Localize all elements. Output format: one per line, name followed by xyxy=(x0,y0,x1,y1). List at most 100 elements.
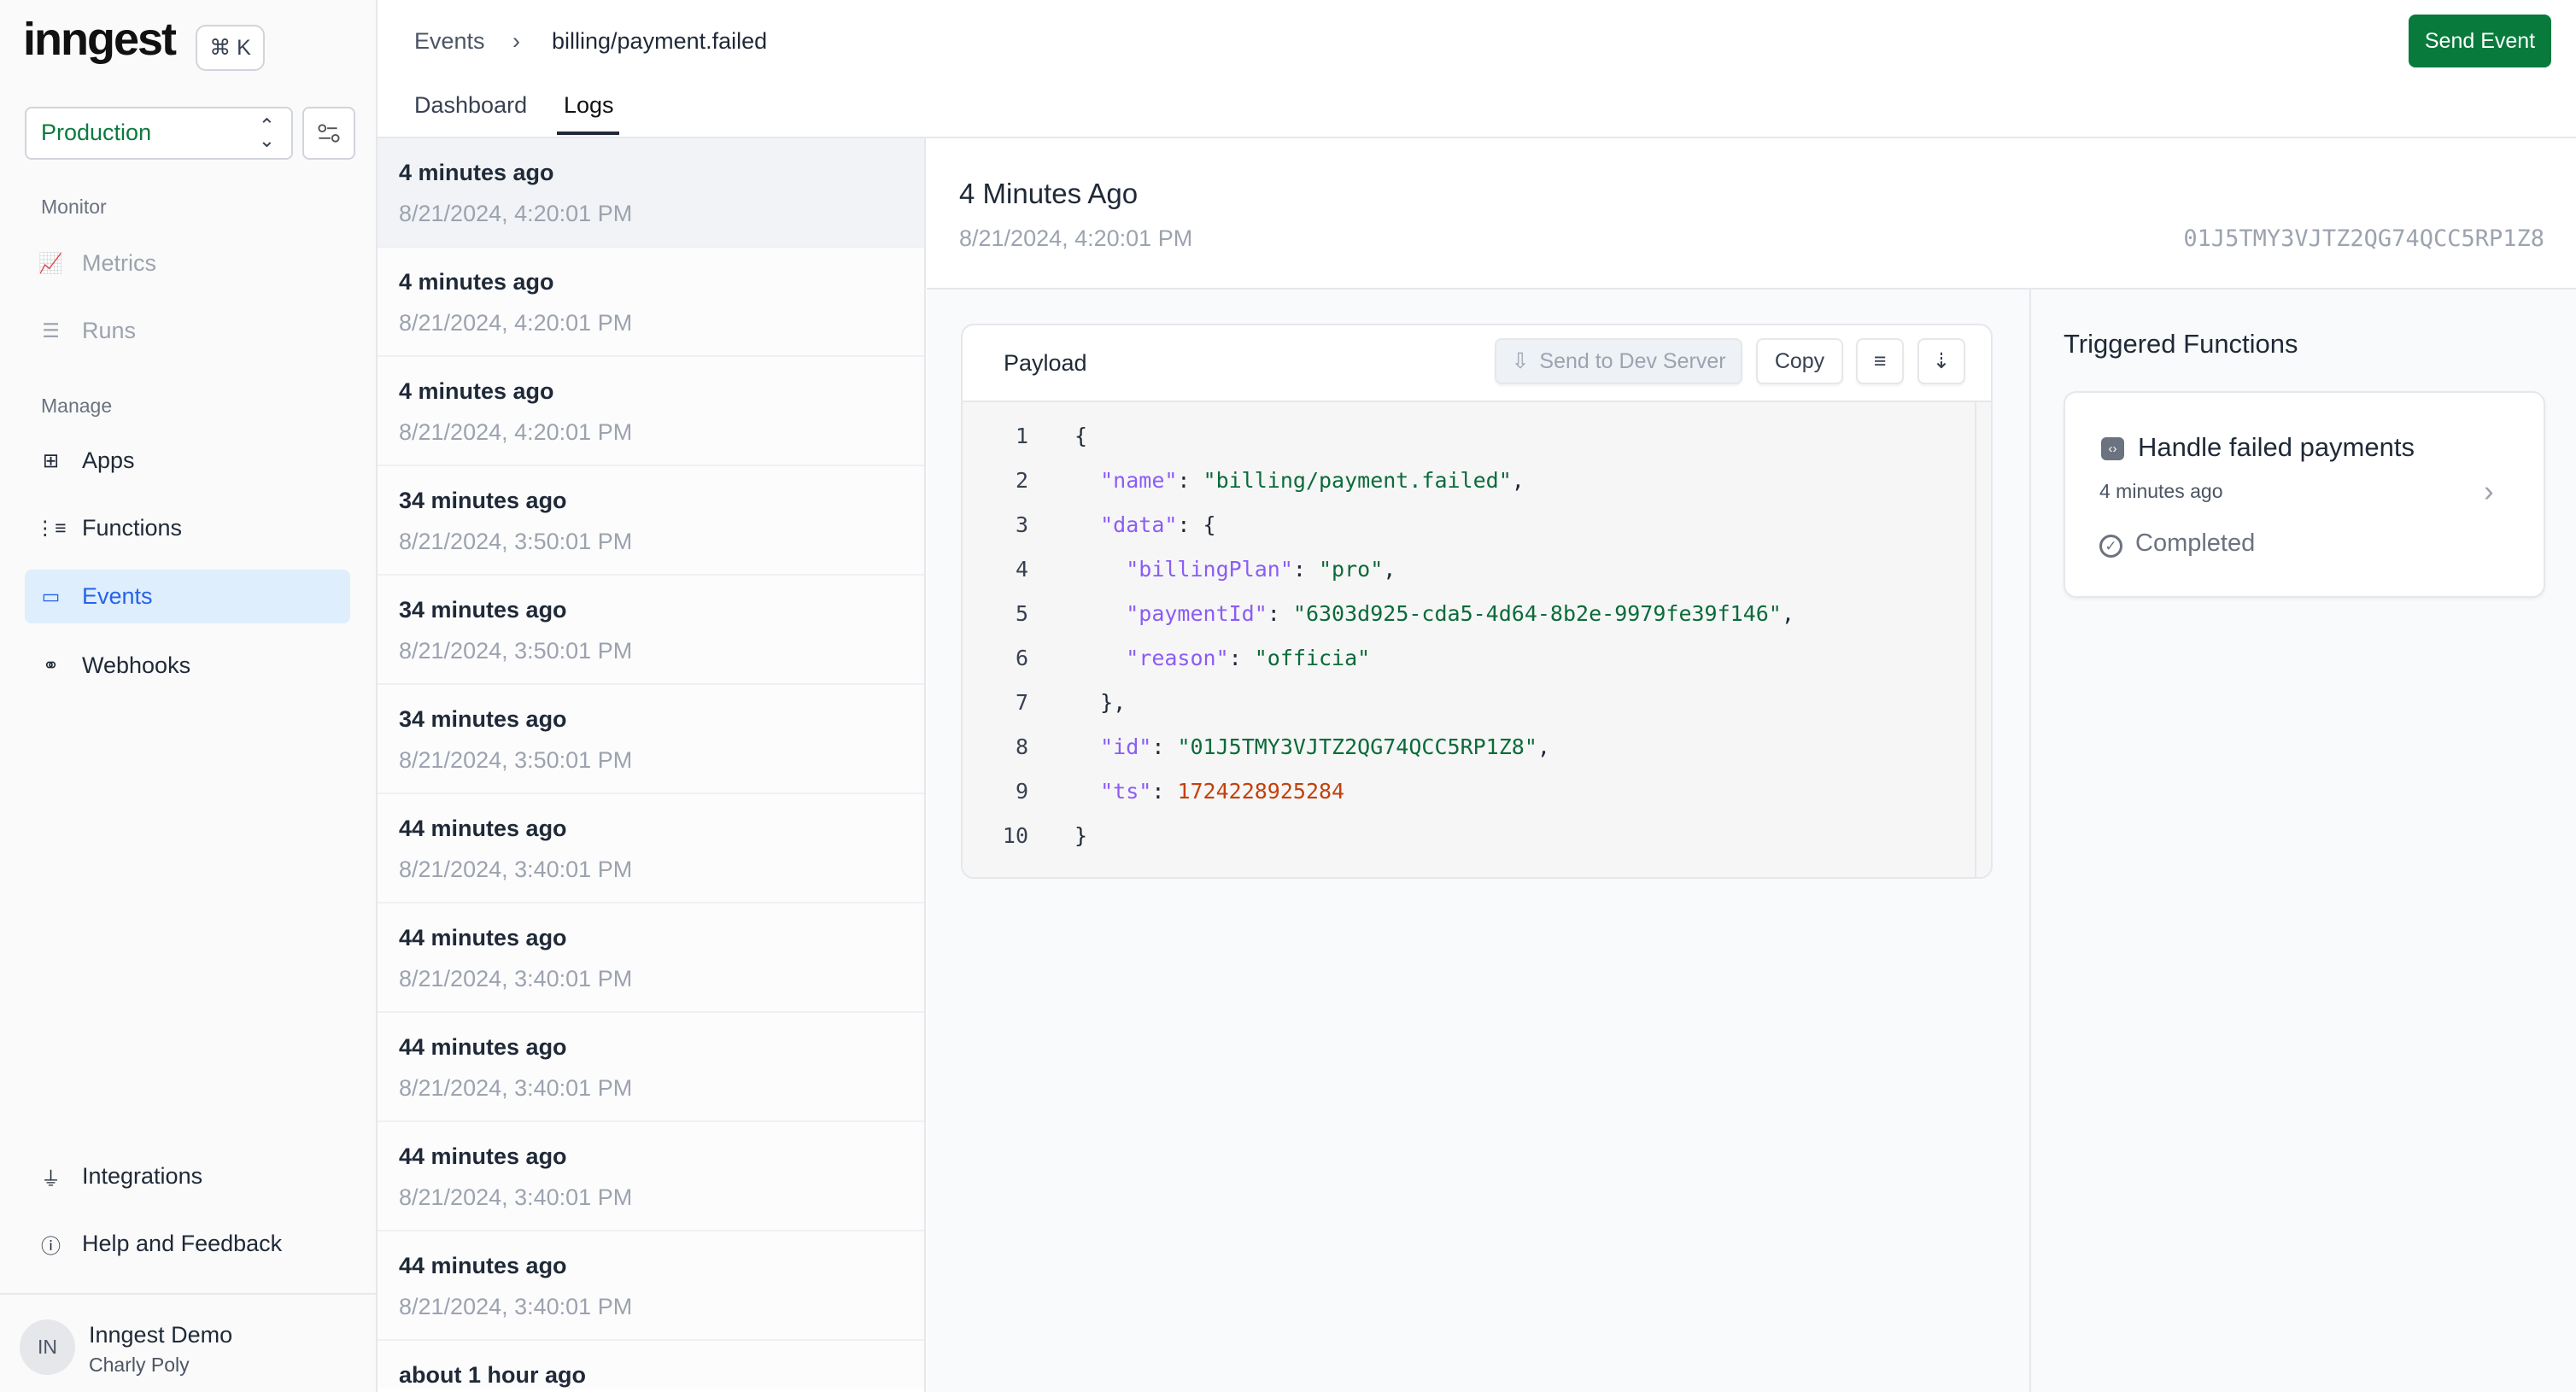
sidebar-item-apps[interactable]: ⊞ Apps xyxy=(25,434,350,488)
code-token: : xyxy=(1151,734,1178,759)
inngest-logo[interactable]: inngest xyxy=(23,13,177,66)
functions-list-icon: ⋮≡ xyxy=(35,517,67,539)
event-list-item[interactable]: 44 minutes ago 8/21/2024, 3:40:01 PM xyxy=(378,1231,924,1341)
sidebar-item-metrics[interactable]: 📈 Metrics xyxy=(25,237,350,290)
sliders-icon xyxy=(318,124,340,143)
code-token: "pro" xyxy=(1319,557,1384,582)
wrap-lines-button[interactable]: ≡ xyxy=(1856,338,1904,384)
code-line: 8 "id": "01J5TMY3VJTZ2QG74QCC5RP1Z8", xyxy=(963,734,1991,779)
code-line: 2 "name": "billing/payment.failed", xyxy=(963,468,1991,512)
payload-title: Payload xyxy=(1004,350,1087,376)
code-line: 1{ xyxy=(963,424,1991,468)
code-line: 3 "data": { xyxy=(963,512,1991,557)
code-token: : xyxy=(1151,779,1178,804)
sidebar-item-label: Webhooks xyxy=(82,652,191,678)
event-timestamp: 8/21/2024, 4:20:01 PM xyxy=(399,201,633,226)
payload-card: Payload ⇩ Send to Dev Server Copy ≡ ⇣ 1{2… xyxy=(961,324,1993,879)
code-token: : xyxy=(1228,646,1255,670)
event-relative-time: 44 minutes ago xyxy=(399,925,567,950)
code-token: "paymentId" xyxy=(1126,601,1268,626)
code-token: "name" xyxy=(1100,468,1178,493)
event-list-item[interactable]: 4 minutes ago 8/21/2024, 4:20:01 PM xyxy=(378,357,924,466)
function-name[interactable]: Handle failed payments xyxy=(2138,432,2415,463)
copy-button[interactable]: Copy xyxy=(1756,338,1843,384)
tab-dashboard[interactable]: Dashboard xyxy=(414,92,527,119)
send-to-dev-server-label: Send to Dev Server xyxy=(1539,348,1726,373)
chevron-right-icon[interactable]: › xyxy=(2484,475,2494,509)
environment-select[interactable]: Production ⌃ ⌄ xyxy=(25,107,293,160)
sidebar-item-label: Integrations xyxy=(82,1163,203,1189)
event-relative-time: 34 minutes ago xyxy=(399,488,567,513)
org-name[interactable]: Inngest Demo xyxy=(89,1322,232,1348)
code-scrollbar[interactable] xyxy=(1975,401,1976,877)
code-token: "reason" xyxy=(1126,646,1229,670)
environment-settings-button[interactable] xyxy=(302,107,355,160)
function-status: ✓ Completed xyxy=(2099,529,2255,558)
line-number: 8 xyxy=(1015,734,1028,759)
event-relative-time: 4 minutes ago xyxy=(399,269,554,295)
code-token: : xyxy=(1267,601,1293,626)
event-timestamp: 8/21/2024, 3:40:01 PM xyxy=(399,1294,633,1319)
line-number: 5 xyxy=(1015,601,1028,626)
sidebar-item-events[interactable]: ▭ Events xyxy=(25,570,350,623)
code-line: 7 }, xyxy=(963,690,1991,734)
event-list-item[interactable]: 44 minutes ago 8/21/2024, 3:40:01 PM xyxy=(378,1122,924,1231)
event-timestamp: 8/21/2024, 3:50:01 PM xyxy=(399,638,633,664)
sidebar-item-label: Metrics xyxy=(82,250,156,276)
code-token: "ts" xyxy=(1100,779,1152,804)
triggered-function-card[interactable]: ‹› Handle failed payments 4 minutes ago … xyxy=(2064,391,2545,598)
chevron-up-down-icon: ⌃ ⌄ xyxy=(258,114,275,151)
event-list-item[interactable]: about 1 hour ago xyxy=(378,1341,924,1389)
code-token: , xyxy=(1383,557,1396,582)
status-label: Completed xyxy=(2135,529,2256,557)
line-number: 1 xyxy=(1015,424,1028,448)
event-relative-time: 34 minutes ago xyxy=(399,706,567,732)
send-event-button[interactable]: Send Event xyxy=(2409,15,2551,67)
event-list-item[interactable]: 34 minutes ago 8/21/2024, 3:50:01 PM xyxy=(378,576,924,685)
event-list-item[interactable]: 4 minutes ago 8/21/2024, 4:20:01 PM xyxy=(378,138,924,248)
event-date: 8/21/2024, 4:20:01 PM xyxy=(959,225,1193,251)
event-list-item[interactable]: 44 minutes ago 8/21/2024, 3:40:01 PM xyxy=(378,1013,924,1122)
sort-down-icon: ⇣ xyxy=(1932,349,1951,373)
event-timestamp: 8/21/2024, 3:50:01 PM xyxy=(399,529,633,554)
event-relative-time: 44 minutes ago xyxy=(399,816,567,841)
payload-code[interactable]: 1{2 "name": "billing/payment.failed", 3 "… xyxy=(963,401,1991,877)
sidebar-item-help-and-feedback[interactable]: ⓘ Help and Feedback xyxy=(25,1217,350,1271)
function-run-time: 4 minutes ago xyxy=(2099,480,2223,502)
line-number: 2 xyxy=(1015,468,1028,493)
expand-button[interactable]: ⇣ xyxy=(1917,338,1965,384)
event-list-item[interactable]: 44 minutes ago 8/21/2024, 3:40:01 PM xyxy=(378,904,924,1013)
code-token: { xyxy=(1074,424,1088,448)
line-number: 10 xyxy=(1002,823,1028,848)
function-code-icon: ‹› xyxy=(2101,437,2124,460)
sidebar-item-integrations[interactable]: ⏚ Integrations xyxy=(25,1149,350,1203)
sidebar-item-functions[interactable]: ⋮≡ Functions xyxy=(25,501,350,555)
breadcrumb-chevron-icon: › xyxy=(512,28,520,54)
event-relative-time: 34 minutes ago xyxy=(399,597,567,623)
chart-line-icon: 📈 xyxy=(38,252,63,274)
breadcrumb-event-name: billing/payment.failed xyxy=(552,28,768,54)
code-token: : { xyxy=(1177,512,1216,537)
sidebar-item-webhooks[interactable]: ⚭ Webhooks xyxy=(25,639,350,693)
event-id[interactable]: 01J5TMY3VJTZ2QG74QCC5RP1Z8 xyxy=(2183,225,2544,252)
code-token: : xyxy=(1292,557,1319,582)
send-to-dev-server-button[interactable]: ⇩ Send to Dev Server xyxy=(1495,338,1742,384)
breadcrumb-events[interactable]: Events xyxy=(414,28,485,55)
code-token: , xyxy=(1781,601,1794,626)
event-list-item[interactable]: 4 minutes ago 8/21/2024, 4:20:01 PM xyxy=(378,248,924,357)
code-token: "6303d925-cda5-4d64-8b2e-9979fe39f146" xyxy=(1292,601,1782,626)
command-palette-button[interactable]: ⌘ K xyxy=(196,25,265,71)
event-list-item[interactable]: 34 minutes ago 8/21/2024, 3:50:01 PM xyxy=(378,466,924,576)
line-number: 4 xyxy=(1015,557,1028,582)
sidebar-item-runs[interactable]: ☰ Runs xyxy=(25,304,350,358)
avatar[interactable]: IN xyxy=(20,1319,75,1375)
event-list-item[interactable]: 44 minutes ago 8/21/2024, 3:40:01 PM xyxy=(378,794,924,904)
tab-logs[interactable]: Logs xyxy=(564,92,614,119)
sidebar-item-label: Apps xyxy=(82,447,135,473)
event-list-item[interactable]: 34 minutes ago 8/21/2024, 3:50:01 PM xyxy=(378,685,924,794)
code-line: 5 "paymentId": "6303d925-cda5-4d64-8b2e-… xyxy=(963,601,1991,646)
